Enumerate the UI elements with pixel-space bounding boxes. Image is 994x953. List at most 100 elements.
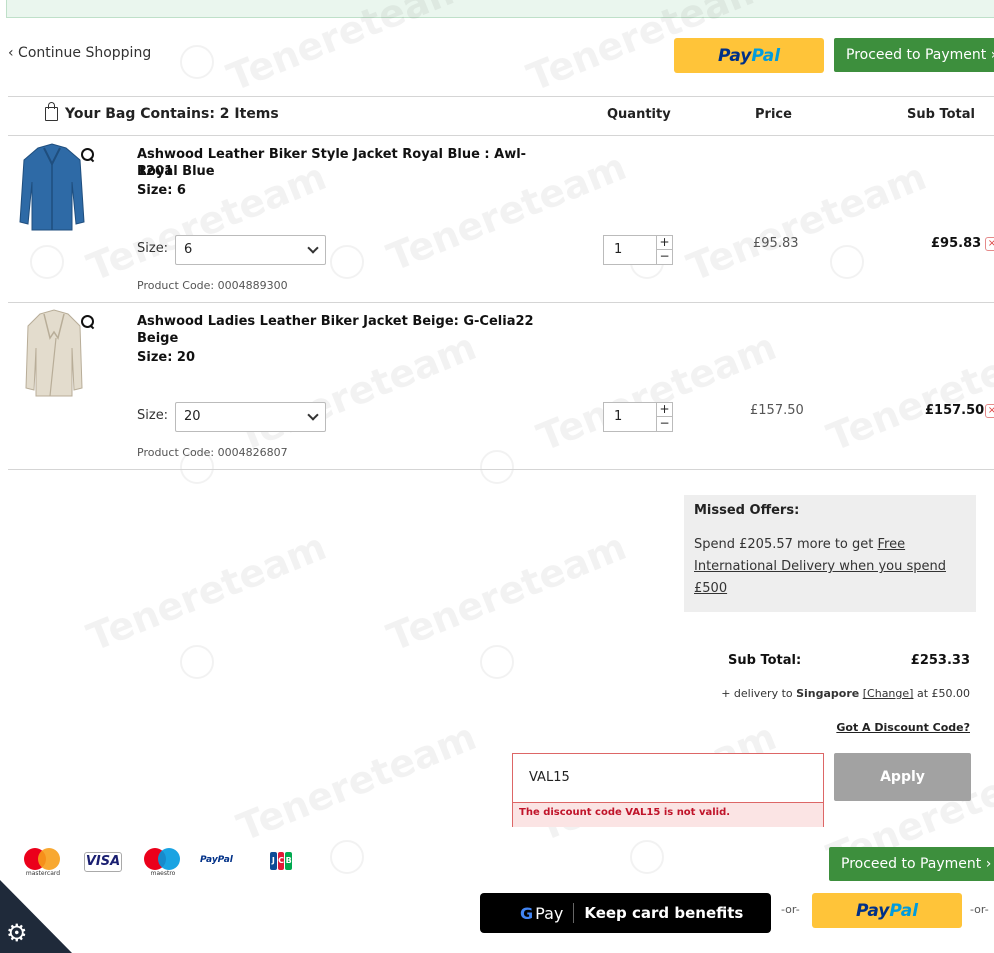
proceed-to-payment-button-bottom[interactable]: Proceed to Payment › [829, 847, 994, 881]
quantity-stepper[interactable]: 1 + − [603, 235, 673, 265]
paypal-logo-pal: Pal [889, 900, 919, 921]
size-select-value: 6 [184, 242, 193, 257]
apply-discount-button[interactable]: Apply [834, 753, 971, 801]
watermark: Tenereteam [230, 714, 483, 850]
column-quantity: Quantity [607, 107, 671, 122]
divider [8, 96, 994, 97]
quantity-decrement-button[interactable]: − [656, 417, 672, 431]
watermark-rose [180, 645, 214, 679]
item-price: £95.83 [753, 236, 799, 251]
column-subtotal: Sub Total [907, 107, 975, 122]
mastercard-label: mastercard [25, 870, 61, 877]
mastercard-logo: mastercard [24, 848, 62, 877]
size-label: Size: [137, 408, 169, 423]
quantity-decrement-button[interactable]: − [656, 250, 672, 264]
delivery-info: + delivery to Singapore [Change] at £50.… [721, 687, 970, 700]
paypal-logo: PayPal [200, 855, 233, 865]
paypal-logo-pay: Pay [855, 900, 890, 921]
product-code: Product Code: 0004889300 [137, 279, 288, 292]
divider [8, 469, 994, 470]
missed-offers-prefix: Spend £205.57 more to get [694, 537, 878, 552]
delivery-prefix: + delivery to [721, 687, 797, 700]
or-separator: -or- [781, 903, 800, 916]
watermark: Tenereteam [380, 524, 633, 660]
proceed-to-payment-button-top[interactable]: Proceed to Payment › [834, 38, 994, 72]
mastercard-circle-orange [38, 848, 60, 870]
maestro-circle-blue [158, 848, 180, 870]
cart-page: Tenereteam Tenereteam Tenereteam Teneret… [0, 0, 994, 953]
product-color: Royal Blue [137, 164, 215, 179]
size-select[interactable]: 20 [175, 402, 326, 432]
jcb-letter: B [285, 852, 293, 870]
watermark: Tenereteam [680, 154, 933, 290]
zoom-icon[interactable] [81, 148, 95, 162]
quantity-value[interactable]: 1 [614, 242, 622, 257]
quantity-value[interactable]: 1 [614, 409, 622, 424]
size-select-value: 20 [184, 409, 201, 424]
google-g-icon: G [520, 903, 534, 923]
column-price: Price [755, 107, 792, 122]
item-price: £157.50 [750, 403, 804, 418]
divider [8, 135, 994, 136]
watermark: Tenereteam [530, 324, 783, 460]
watermark-rose [480, 450, 514, 484]
quantity-increment-button[interactable]: + [656, 236, 672, 250]
missed-offers-text: Spend £205.57 more to get Free Internati… [694, 534, 966, 600]
maestro-logo: maestro [144, 848, 182, 877]
visa-logo: VISA [84, 852, 122, 872]
or-separator: -or- [970, 903, 989, 916]
divider [8, 302, 994, 303]
notice-banner [6, 0, 994, 18]
remove-item-icon[interactable]: × [985, 237, 994, 251]
delivery-suffix: at £50.00 [913, 687, 970, 700]
bag-title: Your Bag Contains: 2 Items [65, 106, 279, 122]
delivery-country: Singapore [796, 687, 860, 700]
continue-shopping-link[interactable]: ‹ Continue Shopping [8, 45, 151, 61]
paypal-logo-pay: Pay [717, 45, 752, 66]
discount-code-link[interactable]: Got A Discount Code? [836, 721, 970, 734]
missed-offers-panel: Missed Offers: Spend £205.57 more to get… [684, 495, 976, 612]
item-subtotal: £157.50 [925, 403, 985, 418]
sub-total-value: £253.33 [910, 653, 970, 668]
size-label: Size: [137, 241, 169, 256]
remove-item-icon[interactable]: × [985, 404, 994, 418]
google-pay-separator [573, 903, 575, 923]
product-image-blue-jacket[interactable] [14, 142, 90, 234]
discount-error-message: The discount code VAL15 is not valid. [513, 802, 823, 827]
watermark: Tenereteam [820, 324, 994, 460]
maestro-label: maestro [150, 870, 176, 877]
product-size-line: Size: 20 [137, 350, 196, 365]
watermark-rose [30, 245, 64, 279]
discount-code-field[interactable]: VAL15 The discount code VAL15 is not val… [512, 753, 824, 827]
watermark-rose [630, 840, 664, 874]
google-pay-label: Pay [535, 903, 564, 923]
discount-code-input[interactable]: VAL15 [529, 770, 570, 785]
jcb-letter: J [270, 852, 277, 870]
shopping-bag-icon [45, 102, 58, 121]
watermark: Tenereteam [80, 524, 333, 660]
paypal-checkout-button-bottom[interactable]: Pay Pal [812, 893, 962, 928]
item-subtotal: £95.83 [931, 236, 982, 251]
google-pay-button[interactable]: G Pay Keep card benefits [480, 893, 771, 933]
watermark-rose [180, 45, 214, 79]
watermark-rose [480, 645, 514, 679]
zoom-icon[interactable] [81, 315, 95, 329]
product-size-line: Size: 6 [137, 183, 186, 198]
paypal-logo-pal: Pal [751, 45, 781, 66]
quantity-stepper[interactable]: 1 + − [603, 402, 673, 432]
google-pay-text: Keep card benefits [584, 904, 744, 922]
product-color: Beige [137, 331, 179, 346]
jcb-logo: J C B [270, 852, 293, 870]
chevron-down-icon [307, 242, 319, 254]
paypal-checkout-button-top[interactable]: Pay Pal [674, 38, 824, 73]
jcb-letter: C [277, 852, 285, 870]
missed-offers-title: Missed Offers: [694, 503, 800, 518]
watermark-rose [330, 840, 364, 874]
product-code: Product Code: 0004826807 [137, 446, 288, 459]
product-name[interactable]: Ashwood Ladies Leather Biker Jacket Beig… [137, 313, 547, 330]
quantity-increment-button[interactable]: + [656, 403, 672, 417]
sub-total-label: Sub Total: [728, 653, 802, 668]
gear-icon[interactable]: ⚙ [6, 921, 30, 945]
size-select[interactable]: 6 [175, 235, 326, 265]
change-country-link[interactable]: [Change] [863, 687, 914, 700]
